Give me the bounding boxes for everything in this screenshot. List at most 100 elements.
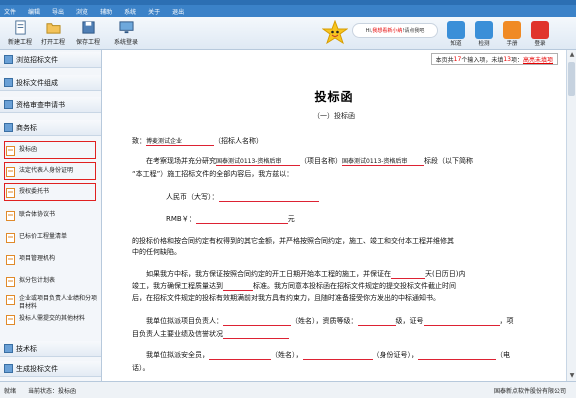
quality-field[interactable] [223,282,253,291]
section-label: 资格审查申请书 [16,100,65,109]
menu-file[interactable]: 文件 [4,7,16,16]
manager-performance-field[interactable] [223,330,289,339]
rmb-upper-field[interactable] [218,193,319,202]
system-login-label: 系统登录 [113,39,138,46]
to-prefix: 致： [132,137,146,145]
rmb-number-line: RMB￥： 元 [166,214,566,224]
sidebar-item-management[interactable]: 项目管理机构 [6,255,98,265]
p2-l1: 的投标价格和按合同约定有权得到的其它金额，并严格按照合同约定，施工、竣工和交付本… [132,237,454,245]
certificate-field[interactable] [423,317,500,326]
document-icon [6,255,15,265]
mascot-icon[interactable] [322,20,348,46]
doc-subtitle: （一）投标函 [313,112,355,120]
status-ready: 就绪 [4,387,17,395]
new-project-button[interactable]: 新建工程 [2,20,38,46]
doc-para3-line2: 竣工，我方确保工程质量达到 标准。我方同意本投标函在招标文件规定的提交投标文件截止… [132,281,542,291]
section-label: 生成投标文件 [16,364,58,373]
sidebar-item-performance[interactable]: 企业或项目负责人业绩和分项目材料 [6,295,98,311]
section-icon [4,78,13,87]
save-project-label: 保存工程 [75,39,100,46]
menu-exit[interactable]: 退出 [172,7,184,16]
qualification-field[interactable] [357,317,396,326]
doc-para1-line2: “本工程”）施工招标文件的全部内容后，我方兹以： [132,169,542,179]
p1-a: 在考察现场并充分研究 [146,157,216,165]
sidebar-section-technical[interactable]: 技术标 [0,341,101,357]
sidebar-section-generate[interactable]: 生成投标文件 [0,361,101,377]
document-icon [6,188,15,198]
document-icon [6,277,15,287]
document-icon [6,211,15,221]
sidebar-section-qualification[interactable]: 资格审查申请书 [0,97,101,113]
menu-system[interactable]: 系统 [124,7,136,16]
sidebar-item-consortium[interactable]: 联合体协议书 [6,211,98,221]
status-bar: 就绪 当前状态： 投标函 国泰新点软件股份有限公司 [0,381,576,398]
p5-b: （姓名）， [271,351,303,359]
p3-b: 天(日历日)内 [425,270,466,278]
assistant-bubble[interactable]: Hi, 我想看新小纳 !请点我吧 [352,23,438,38]
document-icon [6,295,15,305]
p4-d: ，项 [499,317,514,325]
safety-officer-name-field[interactable] [209,351,271,360]
know-button[interactable]: 知道 [445,21,467,49]
sidebar-section-browse[interactable]: 浏览招标文件 [0,52,101,68]
sidebar-section-commercial[interactable]: 商务标 [0,120,101,136]
section-label: 投标文件组成 [16,78,58,87]
sidebar-section-composition[interactable]: 投标文件组成 [0,75,101,91]
sidebar-item-authorization[interactable]: 授权委托书 [6,188,98,198]
section-icon [4,100,13,109]
open-project-button[interactable]: 打开工程 [35,20,71,46]
document-scrollbar[interactable]: ▲ ▼ [566,50,576,381]
doc-para2-line1: 的投标价格和按合同约定有权得到的其它金额，并严格按照合同约定，施工、竣工和交付本… [132,236,542,246]
p5-c: （身份证号）， [372,351,419,359]
doc-para3-line3: 后，在招标文件规定的投标有效期满前对我方具有约束力，且随时准备接受你方发出的中标… [132,293,542,303]
p4-c: 级，证号 [395,317,424,325]
sidebar-item-subcontract[interactable]: 拟分包计划表 [6,277,98,287]
sidebar-item-legal-rep[interactable]: 法定代表人身份证明 [6,167,98,177]
login-button[interactable]: 登录 [529,21,551,49]
section-icon [4,123,13,132]
to-suffix: （招标人名称） [214,137,263,145]
doc-to-line: 致：博麦测试企业 （招标人名称） [132,136,542,146]
system-login-button[interactable]: 系统登录 [108,20,144,46]
menu-about[interactable]: 关于 [148,7,160,16]
menu-assist[interactable]: 辅助 [100,7,112,16]
rmb-unit: 元 [287,215,295,223]
doc-title: 投标函 [314,90,354,104]
sidebar-item-bid-letter[interactable]: 投标函 [6,146,98,156]
sidebar-item-other-materials[interactable]: 投标人需提交的其他材料 [6,315,98,325]
status-current-label: 当前状态： [28,387,59,395]
sidebar-item-bill[interactable]: 已标价工程量清单 [6,233,98,243]
section-name-field[interactable]: 国泰测试0113-资格后审 [342,157,424,166]
summary-unfilled: 13 [503,55,511,63]
menu-browse[interactable]: 浏览 [76,7,88,16]
manager-name-field[interactable] [223,317,291,326]
id-number-field[interactable] [302,351,373,360]
manual-label: 手册 [506,41,518,47]
menu-edit[interactable]: 编辑 [28,7,40,16]
rmb-number-field[interactable] [195,215,288,224]
section-icon [4,344,13,353]
p4-a: 我单位拟派项目负责人： [146,317,223,325]
check-button[interactable]: 检测 [473,21,495,49]
open-project-label: 打开工程 [40,39,65,46]
menu-export[interactable]: 导出 [52,7,64,16]
scroll-thumb[interactable] [568,62,575,96]
monitor-icon [118,21,134,34]
scroll-down-icon[interactable]: ▼ [567,371,576,381]
save-project-button[interactable]: 保存工程 [70,20,106,46]
page-input-summary: 本页共 17 个输入项，未填 13 项： 高亮未填项 [430,53,558,65]
bubble-link[interactable]: 我想看新小纳 [372,27,402,34]
tenderer-name-field[interactable]: 博麦测试企业 [146,137,214,146]
days-field[interactable] [391,270,425,279]
p3-l2b: 标准。我方同意本投标函在招标文件规定的提交投标文件截止时间 [253,282,456,290]
p4-l2: 目负责人主要业绩及信誉状况 [132,330,223,338]
manual-button[interactable]: 手册 [501,21,523,49]
document-icon [6,315,15,325]
p3-a: 如果我方中标，我方保证按照合同约定的开工日期开始本工程的施工，并保证在 [146,270,391,278]
document-icon [6,167,15,177]
project-name-field[interactable]: 国泰测试0113-资格后审 [216,157,300,166]
phone-field[interactable] [418,351,496,360]
scroll-up-icon[interactable]: ▲ [567,50,576,60]
highlight-unfilled-link[interactable]: 高亮未填项 [523,55,553,64]
sidebar-item-label: 项目管理机构 [19,255,56,262]
